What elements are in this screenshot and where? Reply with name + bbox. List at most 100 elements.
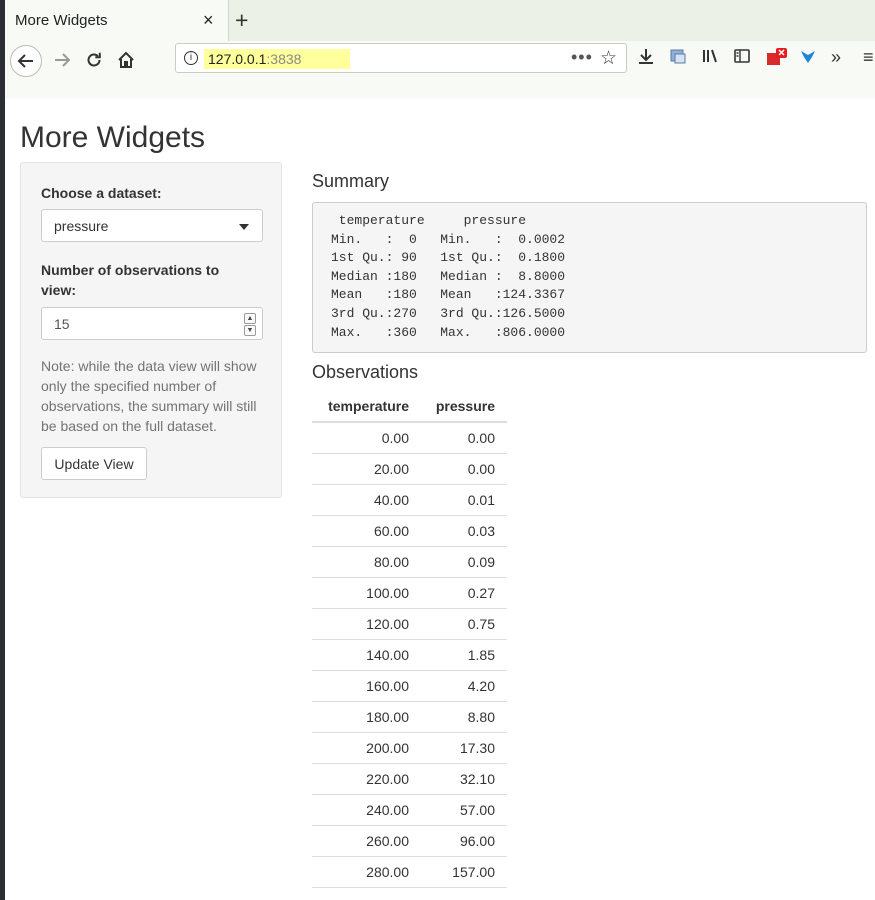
summary-output: temperature pressure Min. : 0 Min. : 0.0… bbox=[312, 202, 867, 353]
table-row: 20.00 0.00 bbox=[312, 453, 507, 485]
table-cell: 20.00 bbox=[312, 453, 421, 485]
table-cell: 57.00 bbox=[421, 794, 507, 826]
bookmark-star-icon[interactable]: ☆ bbox=[600, 47, 617, 70]
table-cell: 0.00 bbox=[312, 422, 421, 454]
table-cell: 60.00 bbox=[312, 515, 421, 547]
library-icon[interactable] bbox=[701, 47, 719, 70]
url-text[interactable]: 127.0.0.1:3838 bbox=[208, 51, 301, 67]
tab-close-icon[interactable]: × bbox=[203, 10, 214, 31]
table-cell: 140.00 bbox=[312, 639, 421, 671]
table-cell: 120.00 bbox=[312, 608, 421, 640]
page-actions-icon[interactable]: ••• bbox=[571, 47, 593, 68]
summary-line: Max. :360 Max. :806.0000 bbox=[331, 324, 581, 340]
table-cell: 32.10 bbox=[421, 763, 507, 795]
reload-icon bbox=[87, 52, 101, 67]
summary-line: 3rd Qu.:270 3rd Qu.:126.5000 bbox=[331, 305, 581, 321]
table-cell: 260.00 bbox=[312, 825, 421, 857]
table-row: 40.00 0.01 bbox=[312, 484, 507, 516]
table-cell: 100.00 bbox=[312, 577, 421, 609]
summary-line: temperature pressure bbox=[331, 213, 566, 228]
obs-number-value: 15 bbox=[54, 316, 70, 332]
table-cell: 157.00 bbox=[421, 856, 507, 888]
table-row: 80.00 0.09 bbox=[312, 546, 507, 578]
table-cell: 8.80 bbox=[421, 701, 507, 733]
table-row: 140.00 1.85 bbox=[312, 639, 507, 671]
summary-line: Mean :180 Mean :124.3367 bbox=[331, 287, 581, 303]
table-cell: 160.00 bbox=[312, 670, 421, 702]
dropdown-arrow-icon bbox=[239, 224, 249, 230]
table-cell: 96.00 bbox=[421, 825, 507, 857]
extension-badge-icon[interactable] bbox=[765, 47, 789, 74]
desktop-edge bbox=[0, 0, 5, 900]
extension-icon[interactable] bbox=[669, 47, 687, 70]
table-cell: 0.75 bbox=[421, 608, 507, 640]
table-row: 180.00 8.80 bbox=[312, 701, 507, 733]
nav-bar: i 127.0.0.1:3838 ••• ☆ » ≡ bbox=[5, 41, 875, 99]
browser-chrome: More Widgets × + i 127.0.0.1:3838 ••• ☆ bbox=[5, 0, 875, 99]
table-cell: 280.00 bbox=[312, 856, 421, 888]
app-page: More Widgets Choose a dataset: pressure … bbox=[5, 99, 875, 900]
table-cell: 17.30 bbox=[421, 732, 507, 764]
column-header: pressure bbox=[421, 391, 507, 423]
table-cell: 80.00 bbox=[312, 546, 421, 578]
sidebar-icon[interactable] bbox=[733, 47, 751, 70]
home-button[interactable] bbox=[111, 45, 141, 75]
tab-more-widgets[interactable]: More Widgets × bbox=[5, 0, 229, 41]
table-cell: 0.01 bbox=[421, 484, 507, 516]
obs-label: Number of observations to view: bbox=[41, 262, 220, 298]
table-row: 240.00 57.00 bbox=[312, 794, 507, 826]
table-row: 100.00 0.27 bbox=[312, 577, 507, 609]
table-cell: 240.00 bbox=[312, 794, 421, 826]
table-row: 160.00 4.20 bbox=[312, 670, 507, 702]
table-cell: 0.03 bbox=[421, 515, 507, 547]
reload-button[interactable] bbox=[79, 45, 109, 75]
new-tab-icon[interactable]: + bbox=[235, 7, 248, 34]
table-row: 280.00 157.00 bbox=[312, 856, 507, 888]
obs-number-input[interactable]: 15 ▲ ▼ bbox=[41, 307, 263, 340]
table-cell: 4.20 bbox=[421, 670, 507, 702]
dataset-label: Choose a dataset: bbox=[41, 185, 162, 201]
table-row: 0.00 0.00 bbox=[312, 422, 507, 454]
table-cell: 0.27 bbox=[421, 577, 507, 609]
table-cell: 1.85 bbox=[421, 639, 507, 671]
table-cell: 220.00 bbox=[312, 763, 421, 795]
overflow-menu-icon[interactable]: » bbox=[831, 47, 841, 68]
hamburger-menu-icon[interactable]: ≡ bbox=[863, 47, 874, 68]
home-icon bbox=[118, 51, 134, 68]
table-row: 260.00 96.00 bbox=[312, 825, 507, 857]
tab-title: More Widgets bbox=[15, 12, 108, 29]
table-row: 120.00 0.75 bbox=[312, 608, 507, 640]
spin-up-icon[interactable]: ▲ bbox=[244, 313, 256, 324]
spin-down-icon[interactable]: ▼ bbox=[244, 325, 256, 336]
page-title: More Widgets bbox=[20, 121, 206, 154]
table-row: 200.00 17.30 bbox=[312, 732, 507, 764]
summary-line: Median :180 Median : 8.8000 bbox=[331, 268, 581, 284]
back-button[interactable] bbox=[10, 45, 42, 77]
forward-arrow-icon bbox=[55, 53, 71, 67]
back-arrow-icon bbox=[17, 54, 33, 68]
summary-heading: Summary bbox=[312, 171, 390, 191]
table-cell: 200.00 bbox=[312, 732, 421, 764]
help-note: Note: while the data view will show only… bbox=[41, 358, 257, 434]
table-cell: 0.09 bbox=[421, 546, 507, 578]
url-bar[interactable]: i 127.0.0.1:3838 ••• ☆ bbox=[175, 43, 627, 73]
observations-table: temperature pressure 0.00 0.00 20.00 0.00 … bbox=[312, 391, 507, 888]
summary-line: 1st Qu.: 90 1st Qu.: 0.1800 bbox=[331, 250, 581, 266]
download-icon[interactable] bbox=[637, 47, 655, 70]
observations-heading: Observations bbox=[312, 362, 419, 382]
tab-bar: More Widgets × + bbox=[5, 0, 875, 41]
table-cell: 180.00 bbox=[312, 701, 421, 733]
forward-button[interactable] bbox=[47, 45, 77, 75]
table-header-row: temperature pressure bbox=[312, 391, 507, 423]
site-info-icon[interactable]: i bbox=[184, 51, 198, 65]
summary-line: Min. : 0 Min. : 0.0002 bbox=[331, 231, 581, 247]
table-row: 60.00 0.03 bbox=[312, 515, 507, 547]
table-cell: 0.00 bbox=[421, 422, 507, 454]
table-row: 220.00 32.10 bbox=[312, 763, 507, 795]
dataset-select[interactable]: pressure bbox=[41, 209, 263, 242]
column-header: temperature bbox=[312, 391, 421, 423]
heart-extension-icon[interactable] bbox=[799, 47, 817, 70]
dataset-select-value: pressure bbox=[54, 218, 109, 234]
table-cell: 0.00 bbox=[421, 453, 507, 485]
update-view-button[interactable]: Update View bbox=[41, 447, 147, 480]
